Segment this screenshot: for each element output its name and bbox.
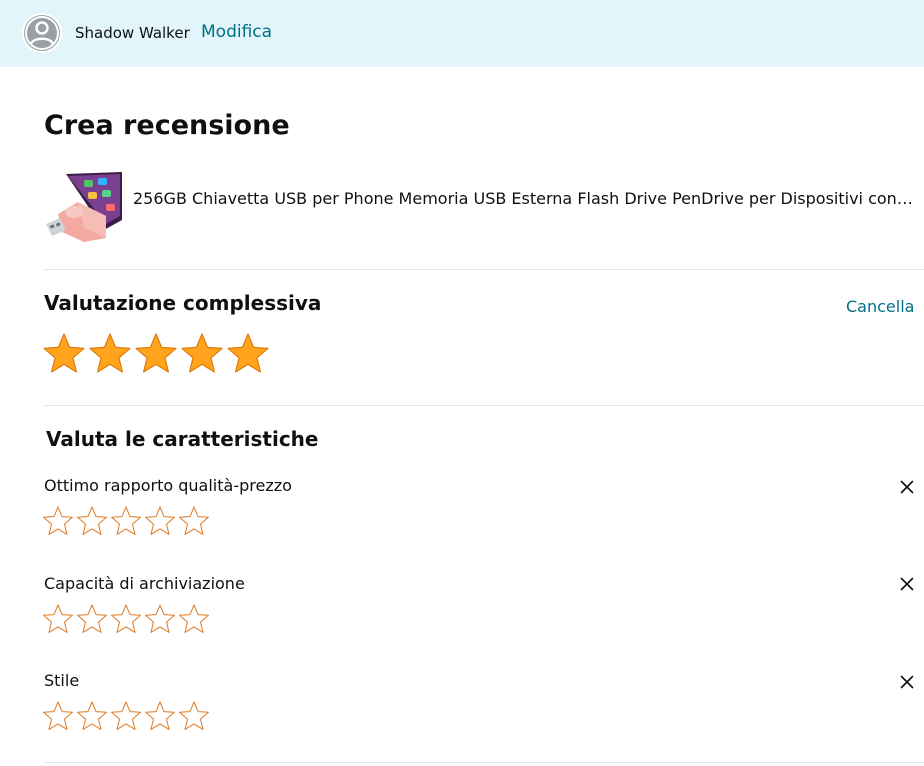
close-icon[interactable] (898, 575, 916, 593)
star-icon-filled[interactable] (88, 332, 132, 376)
star-icon-filled[interactable] (180, 332, 224, 376)
star-icon-empty[interactable] (42, 603, 74, 635)
star-icon-filled[interactable] (226, 332, 270, 376)
overall-rating-stars (42, 332, 270, 376)
close-icon[interactable] (898, 478, 916, 496)
star-icon-empty[interactable] (42, 700, 74, 732)
divider (44, 405, 924, 406)
star-icon-empty[interactable] (42, 505, 74, 537)
star-icon-filled[interactable] (134, 332, 178, 376)
star-icon-empty[interactable] (110, 700, 142, 732)
star-icon-empty[interactable] (178, 700, 210, 732)
feature-style-stars (42, 700, 210, 732)
star-icon-empty[interactable] (76, 505, 108, 537)
star-icon-empty[interactable] (110, 505, 142, 537)
divider (44, 762, 924, 763)
header-bar: Shadow Walker Modifica (0, 0, 924, 67)
user-avatar-icon[interactable] (22, 13, 62, 53)
product-thumbnail[interactable] (44, 172, 122, 242)
product-title[interactable]: 256GB Chiavetta USB per Phone Memoria US… (133, 189, 913, 208)
star-icon-empty[interactable] (144, 603, 176, 635)
user-name: Shadow Walker (75, 24, 190, 42)
feature-storage-stars (42, 603, 210, 635)
page-title: Crea recensione (44, 110, 290, 141)
feature-label-storage: Capacità di archiviazione (44, 574, 245, 593)
edit-profile-link[interactable]: Modifica (201, 22, 272, 42)
star-icon-empty[interactable] (144, 700, 176, 732)
star-icon-empty[interactable] (76, 700, 108, 732)
star-icon-filled[interactable] (42, 332, 86, 376)
close-icon[interactable] (898, 673, 916, 691)
clear-rating-link[interactable]: Cancella (846, 297, 914, 316)
star-icon-empty[interactable] (110, 603, 142, 635)
divider (44, 269, 924, 270)
features-title: Valuta le caratteristiche (46, 427, 319, 451)
overall-rating-title: Valutazione complessiva (44, 291, 322, 315)
star-icon-empty[interactable] (178, 603, 210, 635)
star-icon-empty[interactable] (144, 505, 176, 537)
star-icon-empty[interactable] (178, 505, 210, 537)
feature-label-value: Ottimo rapporto qualità-prezzo (44, 476, 292, 495)
star-icon-empty[interactable] (76, 603, 108, 635)
feature-value-stars (42, 505, 210, 537)
feature-label-style: Stile (44, 671, 80, 690)
